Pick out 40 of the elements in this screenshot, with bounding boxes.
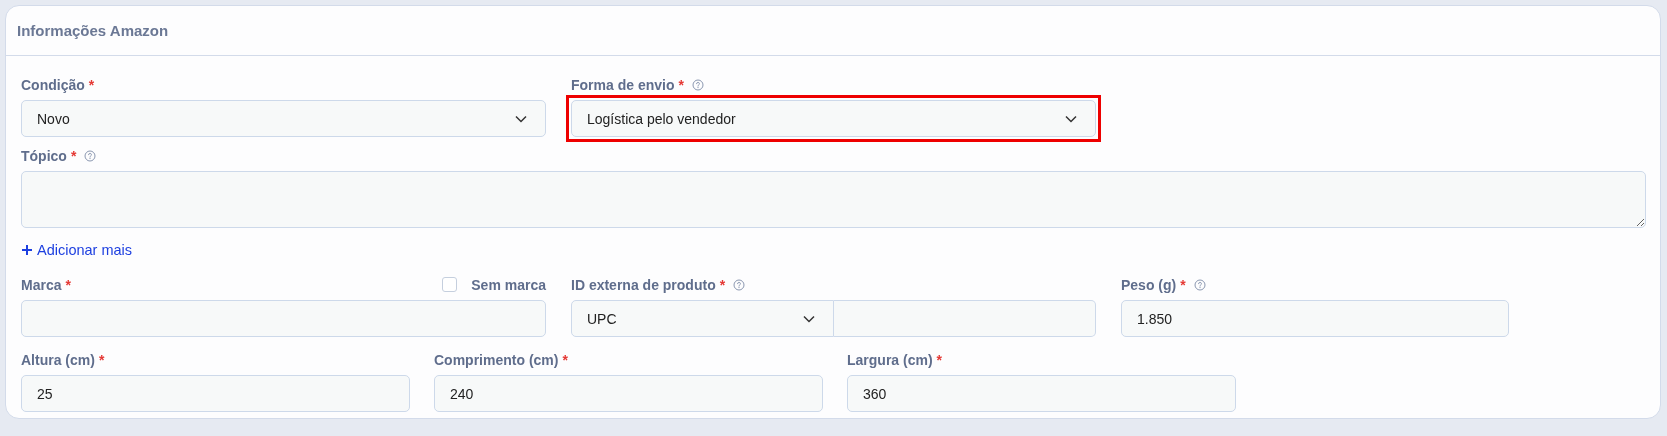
id-type-select[interactable]: UPC xyxy=(571,300,834,337)
required-mark: * xyxy=(719,276,726,293)
required-mark: * xyxy=(562,351,568,368)
dimension-input[interactable]: 240 xyxy=(434,375,823,412)
id-input[interactable] xyxy=(833,300,1096,337)
section-title: Informações Amazon xyxy=(17,22,169,39)
dimension-input[interactable]: 360 xyxy=(847,375,1236,412)
field-label: Marca xyxy=(21,276,62,293)
dimension-input[interactable]: 25 xyxy=(21,375,410,412)
topic-textarea[interactable] xyxy=(21,171,1646,228)
chevron-down-icon xyxy=(802,314,815,323)
field-label: Peso (g) xyxy=(1121,276,1177,293)
required-mark: * xyxy=(936,351,943,368)
field-label: Largura (cm) xyxy=(847,351,933,368)
field-label: Forma de envio xyxy=(571,76,675,93)
required-mark: * xyxy=(70,147,77,164)
checkbox[interactable] xyxy=(442,277,458,292)
plus-icon xyxy=(21,244,33,256)
condition-select[interactable]: Novo xyxy=(21,100,546,137)
brand-input[interactable] xyxy=(21,300,546,337)
add-more-link[interactable]: Adicionar mais xyxy=(21,242,133,258)
help-icon[interactable] xyxy=(1193,278,1206,291)
checkbox-label: Sem marca xyxy=(471,276,546,293)
required-mark: * xyxy=(98,351,105,368)
required-mark: * xyxy=(65,276,71,293)
help-icon[interactable] xyxy=(691,78,704,91)
required-mark: * xyxy=(88,76,95,93)
field-label: Condição xyxy=(21,76,85,93)
field-label: Comprimento (cm) xyxy=(434,351,559,368)
field-label: Altura (cm) xyxy=(21,351,95,368)
help-icon[interactable] xyxy=(84,149,97,162)
shipping-select[interactable]: Logística pelo vendedor xyxy=(566,95,1101,142)
required-mark: * xyxy=(678,76,684,93)
chevron-down-icon xyxy=(1065,114,1077,123)
field-label: ID externa de produto xyxy=(571,276,716,293)
field-label: Tópico xyxy=(21,147,67,164)
chevron-down-icon xyxy=(515,114,527,123)
required-mark: * xyxy=(1180,276,1186,293)
help-icon[interactable] xyxy=(733,278,746,291)
weight-input[interactable]: 1.850 xyxy=(1121,300,1509,337)
